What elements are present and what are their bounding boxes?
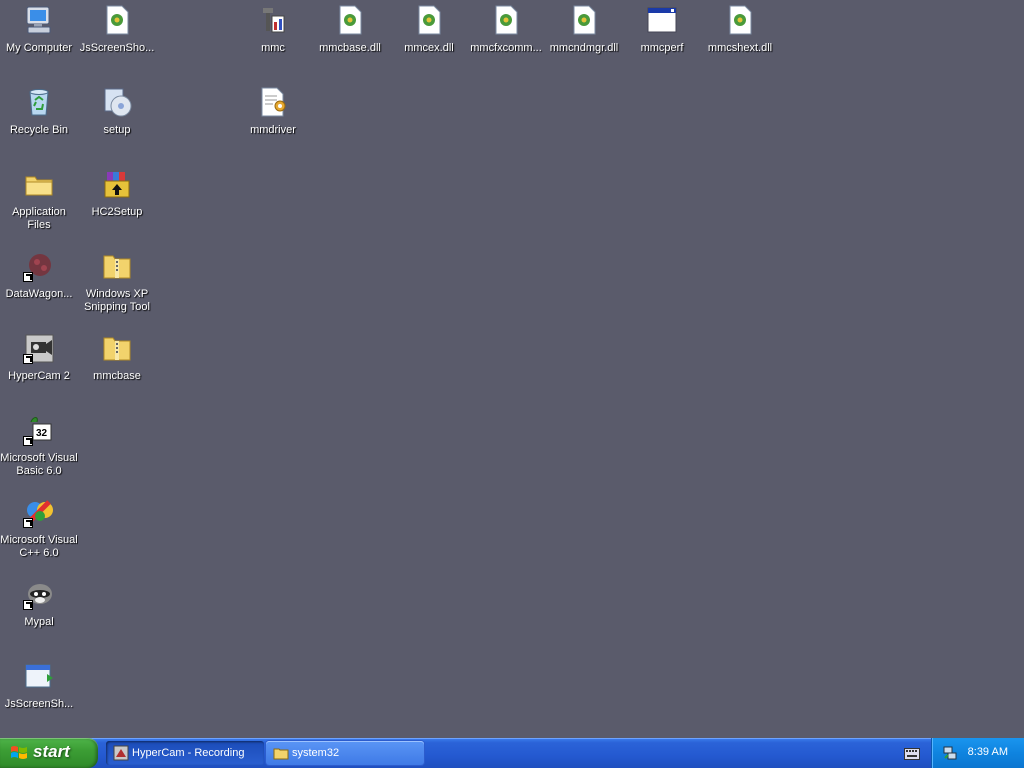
folder-icon [23, 168, 55, 200]
svg-text:32: 32 [36, 428, 48, 439]
desktop-icon-mmcndmgr-dll[interactable]: mmcndmgr.dll [545, 2, 623, 55]
keyboard-icon[interactable] [904, 747, 920, 760]
desktop-icon-snipping-tool[interactable]: Windows XP Snipping Tool [78, 248, 156, 314]
desktop-icon-mmdriver[interactable]: mmdriver [234, 84, 312, 137]
desktop-icon-mmcbase-dll[interactable]: mmcbase.dll [311, 2, 389, 55]
icon-label: HC2Setup [91, 206, 143, 218]
desktop-icon-mypal[interactable]: Mypal [0, 576, 78, 629]
dll-file-icon [334, 4, 366, 36]
shortcut-arrow-icon [23, 600, 33, 610]
start-button[interactable]: start [0, 738, 98, 768]
icon-label: Windows XP Snipping Tool [84, 288, 150, 313]
application-window-icon [646, 4, 678, 36]
desktop-icon-mmcbase-zip[interactable]: mmcbase [78, 330, 156, 383]
icon-label: HyperCam 2 [8, 370, 70, 382]
shortcut-arrow-icon [23, 436, 33, 446]
hypercam-icon [23, 332, 55, 364]
desktop-icon-mmcex-dll[interactable]: mmcex.dll [390, 2, 468, 55]
icon-label: My Computer [5, 42, 73, 54]
icon-label: mmcshext.dll [707, 42, 773, 54]
setup-icon [101, 86, 133, 118]
icon-label: mmcndmgr.dll [549, 42, 619, 54]
desktop-icon-jsscreenshot-bottom[interactable]: JsScreenSh... [0, 658, 78, 711]
desktop-icon-mmcperf[interactable]: mmcperf [623, 2, 701, 55]
shortcut-arrow-icon [23, 518, 33, 528]
dll-file-icon [724, 4, 756, 36]
icon-label: JsScreenSho... [79, 42, 155, 54]
visual-basic-icon: 32 [23, 414, 55, 446]
icon-label: mmc [261, 42, 285, 54]
zip-folder-icon [101, 332, 133, 364]
shortcut-arrow-icon [23, 272, 33, 282]
icon-label: JsScreenSh... [4, 698, 74, 710]
desktop-icon-mmcfxcomm[interactable]: mmcfxcomm... [467, 2, 545, 55]
recycle-bin-icon [23, 86, 55, 118]
icon-label: mmcex.dll [404, 42, 454, 54]
winrar-archive-icon [101, 168, 133, 200]
desktop-icon-jsscreenshot-top[interactable]: JsScreenSho... [78, 2, 156, 55]
dll-file-icon [490, 4, 522, 36]
start-label: start [33, 742, 70, 761]
desktop-icon-datawagon[interactable]: DataWagon... [0, 248, 78, 301]
icon-label: setup [103, 124, 131, 136]
desktop-icon-mmcshext-dll[interactable]: mmcshext.dll [701, 2, 779, 55]
system-tray: 8:39 AM [931, 738, 1024, 768]
icon-label: DataWagon... [5, 288, 73, 300]
computer-icon [23, 4, 55, 36]
folder-icon [273, 745, 289, 761]
icon-label: Recycle Bin [9, 124, 69, 136]
icon-label: mmcbase [93, 370, 141, 382]
clock[interactable]: 8:39 AM [968, 746, 1008, 758]
icon-label: Microsoft Visual Basic 6.0 [0, 452, 78, 477]
datawagon-icon [23, 250, 55, 282]
desktop: My Computer Recycle Bin Application File… [0, 0, 1024, 738]
icon-label: mmcbase.dll [319, 42, 381, 54]
mypal-icon [23, 578, 55, 610]
desktop-icon-visual-cpp[interactable]: Microsoft Visual C++ 6.0 [0, 494, 78, 560]
icon-label: Mypal [24, 616, 54, 628]
desktop-icon-mmc[interactable]: mmc [234, 2, 312, 55]
desktop-icon-recycle-bin[interactable]: Recycle Bin [0, 84, 78, 137]
hypercam-icon [113, 745, 129, 761]
desktop-icon-hypercam-2[interactable]: HyperCam 2 [0, 330, 78, 383]
taskbar-button-hypercam[interactable]: HyperCam - Recording [106, 741, 264, 765]
desktop-icon-hc2setup[interactable]: HC2Setup [78, 166, 156, 219]
dll-file-icon [413, 4, 445, 36]
desktop-icon-setup[interactable]: setup [78, 84, 156, 137]
task-label: system32 [292, 747, 340, 759]
shortcut-arrow-icon [23, 354, 33, 364]
dll-file-icon [101, 4, 133, 36]
icon-label: mmdriver [250, 124, 296, 136]
visual-cpp-icon [23, 496, 55, 528]
zip-folder-icon [101, 250, 133, 282]
mmc-icon [257, 4, 289, 36]
icon-label: mmcperf [640, 42, 684, 54]
dll-file-icon [568, 4, 600, 36]
taskbar: start HyperCam - Recording system32 8:39… [0, 738, 1024, 768]
icon-label: Microsoft Visual C++ 6.0 [0, 534, 78, 559]
desktop-icon-my-computer[interactable]: My Computer [0, 2, 78, 55]
settings-file-icon [257, 86, 289, 118]
taskbar-button-system32[interactable]: system32 [266, 741, 424, 765]
desktop-icon-visual-basic[interactable]: 32 Microsoft Visual Basic 6.0 [0, 412, 78, 478]
desktop-icon-application-files[interactable]: Application Files [0, 166, 78, 232]
windows-logo-icon [10, 745, 28, 761]
icon-label: mmcfxcomm... [470, 42, 542, 54]
application-window-icon [23, 660, 55, 692]
task-label: HyperCam - Recording [132, 747, 245, 759]
icon-label: Application Files [12, 206, 66, 231]
network-icon[interactable] [942, 745, 958, 761]
